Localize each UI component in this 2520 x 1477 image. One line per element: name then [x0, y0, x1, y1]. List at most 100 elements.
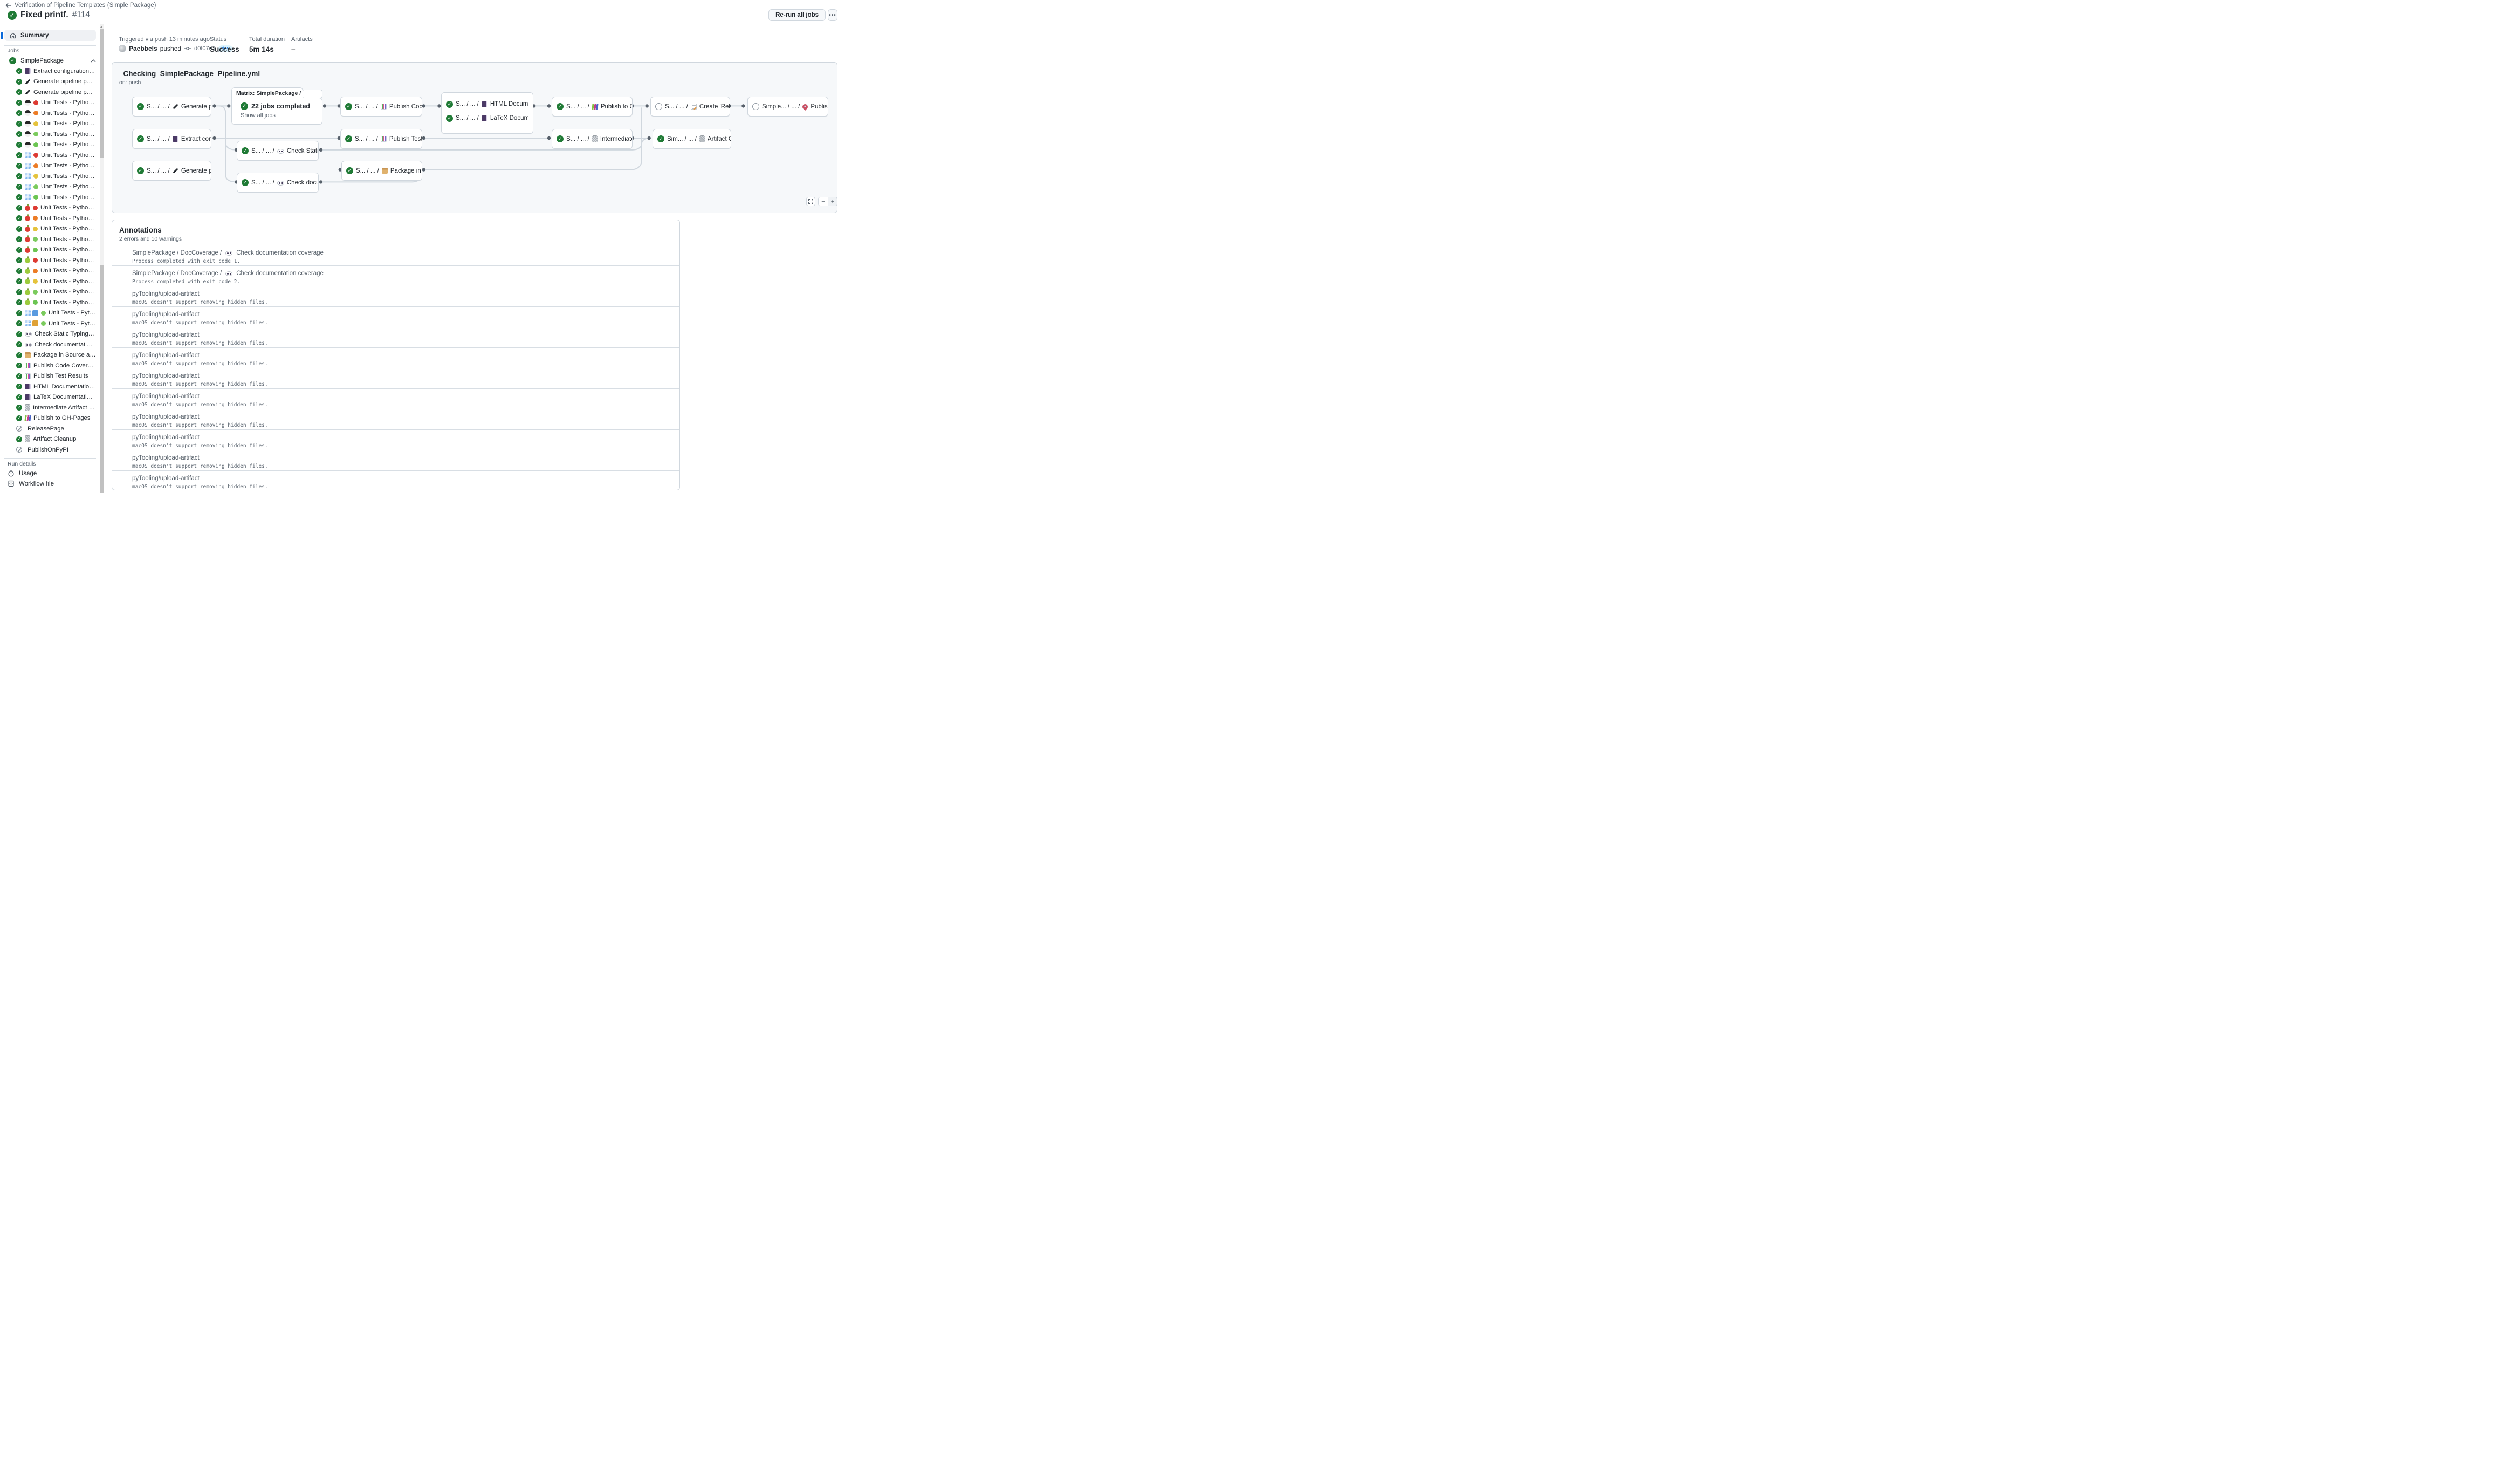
sidebar-job-item[interactable]: Unit Tests - Python 3.11 [4, 171, 96, 182]
sidebar-job-item[interactable]: Unit Tests - Python 3.13 [4, 192, 96, 203]
scrollbar-thumb[interactable] [100, 265, 104, 493]
avatar[interactable] [119, 45, 126, 52]
job-label: Unit Tests - Python 3.12 [49, 320, 96, 327]
chevron-up-icon[interactable] [91, 59, 96, 63]
sidebar-job-item[interactable]: Unit Tests - Python 3.13 [4, 297, 96, 308]
annotation-title[interactable]: pyTooling/upload-artifact [121, 454, 203, 461]
annotation-title[interactable]: pyTooling/upload-artifact [121, 393, 203, 400]
graph-node-generate-pipeline-params-2[interactable]: S... / ... / Generate pipelin... 0s [132, 161, 211, 181]
sidebar-job-item[interactable]: Unit Tests - Python 3.11 [4, 224, 96, 235]
annotation-title[interactable]: SimplePackage / DocCoverage / Check docu… [121, 249, 324, 256]
annotation-title[interactable]: pyTooling/upload-artifact [121, 413, 203, 420]
python-version-dot-icon [33, 227, 38, 231]
sidebar-job-item[interactable]: Unit Tests - Python 3.9 [4, 203, 96, 214]
graph-node-package-source-wheel[interactable]: S... / ... / Package in Sou... 18s [341, 161, 422, 181]
actor-name[interactable]: Paebbels [129, 45, 157, 52]
artifacts-label: Artifacts [291, 36, 313, 43]
pen-icon [25, 89, 31, 95]
sidebar-job-item[interactable]: Unit Tests - Python 3.12 [4, 318, 96, 329]
sidebar-job-item[interactable]: Publish Test Results [4, 371, 96, 382]
sidebar-job-item[interactable]: HTML Documentation using ... [4, 381, 96, 392]
graph-node-create-release-page[interactable]: S... / ... / Create 'Release Pa... [650, 97, 730, 117]
sidebar-job-item[interactable]: Unit Tests - Python 3.10 [4, 161, 96, 172]
sidebar-job-item[interactable]: Check Static Typing using Pyt... [4, 329, 96, 340]
sidebar-job-item[interactable]: Unit Tests - Python 3.12 [4, 308, 96, 319]
sidebar-job-item[interactable]: Unit Tests - Python 3.11 [4, 276, 96, 287]
graph-node-publish-test-results[interactable]: S... / ... / Publish Test Re... 13s [340, 129, 422, 149]
sidebar-job-item[interactable]: ReleasePage [4, 423, 96, 434]
sidebar-item-workflow-file[interactable]: Workflow file [8, 480, 54, 487]
sidebar-job-item[interactable]: Unit Tests - Python 3.10 [4, 213, 96, 224]
sidebar-item-usage[interactable]: Usage [8, 470, 37, 477]
python-version-dot-icon [33, 174, 38, 179]
sidebar-job-item[interactable]: Unit Tests - Python 3.12 [4, 234, 96, 245]
annotation-title[interactable]: pyTooling/upload-artifact [121, 372, 203, 379]
zoom-out-button[interactable]: − [819, 197, 828, 206]
graph-node-intermediate-artifact-cleanup[interactable]: S... / ... / Intermediate A... 16s [552, 129, 633, 149]
graph-node-html-documentation[interactable]: S... / ... / HTML Docume... 55s [446, 97, 528, 111]
graph-node-latex-documentation[interactable]: S... / ... / LaTeX Docume... 51s [446, 111, 528, 125]
sidebar-job-item[interactable]: Unit Tests - Python 3.9 [4, 255, 96, 266]
usage-label: Usage [19, 470, 37, 477]
sidebar-job-item[interactable]: Unit Tests - Python 3.10 [4, 108, 96, 119]
graph-node-publish-code-coverage[interactable]: S... / ... / Publish Code C... 20s [340, 97, 422, 117]
graph-node-check-doc-coverage[interactable]: S... / ... / Check docume... 18s [237, 173, 319, 193]
fullscreen-button[interactable] [806, 197, 815, 206]
sidebar-job-item[interactable]: Generate pipeline parameters [4, 87, 96, 98]
sidebar-job-item[interactable]: Publish Code Coverage Results [4, 360, 96, 371]
sidebar-job-item[interactable]: Unit Tests - Python 3.10 [4, 266, 96, 277]
sidebar-scrollbar[interactable] [100, 24, 104, 493]
job-label: Unit Tests - Python 3.9 [41, 99, 96, 106]
breadcrumb-back-link[interactable]: Verification of Pipeline Templates (Simp… [5, 2, 156, 9]
annotation-title[interactable]: pyTooling/upload-artifact [121, 475, 203, 482]
sidebar-job-item[interactable]: PublishOnPyPI [4, 445, 96, 455]
sidebar-item-summary[interactable]: Summary [4, 30, 96, 41]
annotation-title[interactable]: pyTooling/upload-artifact [121, 434, 203, 441]
graph-node-artifact-cleanup[interactable]: Sim... / ... / Artifact Cleanup 4s [653, 129, 731, 149]
trash-icon [592, 136, 598, 142]
sidebar-job-item[interactable]: Artifact Cleanup [4, 434, 96, 445]
annotation-row: pyTooling/upload-artifact macOS doesn't … [112, 429, 679, 450]
sidebar-job-item[interactable]: Unit Tests - Python 3.11 [4, 119, 96, 129]
scrollbar-up-arrow[interactable] [100, 24, 104, 29]
job-status-icon [16, 79, 22, 85]
sidebar-job-item[interactable]: Check documentation covera... [4, 339, 96, 350]
annotation-title[interactable]: pyTooling/upload-artifact [121, 352, 203, 359]
sidebar-job-item[interactable]: Unit Tests - Python 3.9 [4, 150, 96, 161]
rerun-all-jobs-button[interactable]: Re-run all jobs [768, 9, 826, 21]
book-icon [25, 384, 31, 389]
graph-node-publish-to-pypi[interactable]: Simple... / ... / Publish to PyPI [747, 97, 828, 117]
node-status-icon [137, 167, 144, 174]
sidebar-job-item[interactable]: LaTeX Documentation using ... [4, 392, 96, 403]
sidebar-group-simplepackage[interactable]: SimplePackage [4, 56, 96, 66]
sidebar-job-item[interactable]: Package in Source and Wheel... [4, 350, 96, 361]
sidebar-job-item[interactable]: Unit Tests - Python 3.12 [4, 182, 96, 193]
graph-node-extract-configurations[interactable]: S... / ... / Extract configur... 4s [132, 129, 211, 149]
matrix-node[interactable]: 22 jobs completed Show all jobs [231, 98, 322, 125]
sidebar-job-item[interactable]: Unit Tests - Python 3.9 [4, 98, 96, 108]
annotation-title[interactable]: pyTooling/upload-artifact [121, 331, 203, 338]
more-options-button[interactable]: ••• [828, 9, 837, 21]
zoom-in-button[interactable]: + [828, 197, 837, 206]
sidebar-job-item[interactable]: Unit Tests - Python 3.13 [4, 245, 96, 256]
show-all-jobs-link[interactable]: Show all jobs [241, 112, 322, 119]
sidebar-job-item[interactable]: Extract configurations from p... [4, 66, 96, 77]
sidebar-job-item[interactable]: Publish to GH-Pages [4, 413, 96, 424]
graph-node-generate-pipeline-params[interactable]: S... / ... / Generate pipelin... 0s [132, 97, 211, 117]
annotation-title[interactable]: pyTooling/upload-artifact [121, 290, 203, 297]
sidebar-job-item[interactable]: Unit Tests - Python 3.12 [4, 129, 96, 140]
annotation-title[interactable]: SimplePackage / DocCoverage / Check docu… [121, 270, 324, 277]
apple-red-icon [25, 216, 30, 221]
graph-node-check-static-typing[interactable]: S... / ... / Check Static Ty... 17s [237, 141, 319, 161]
matrix-tab[interactable]: Matrix: SimplePackage / UnitTest... [231, 87, 303, 98]
annotation-title[interactable]: pyTooling/upload-artifact [121, 311, 203, 318]
back-arrow-icon [5, 3, 12, 8]
graph-node-publish-gh-pages[interactable]: S... / ... / Publish to GH-P... 7s [552, 97, 633, 117]
windows-icon [25, 320, 31, 326]
sidebar-job-item[interactable]: Intermediate Artifact Cleanup [4, 402, 96, 413]
sidebar-job-item[interactable]: Unit Tests - Python 3.12 [4, 287, 96, 298]
sidebar-job-item[interactable]: Generate pipeline parameters [4, 77, 96, 87]
scrollbar-thumb[interactable] [100, 29, 104, 158]
annotations-subtitle: 2 errors and 10 warnings [119, 236, 679, 242]
sidebar-job-item[interactable]: Unit Tests - Python 3.13 [4, 140, 96, 151]
